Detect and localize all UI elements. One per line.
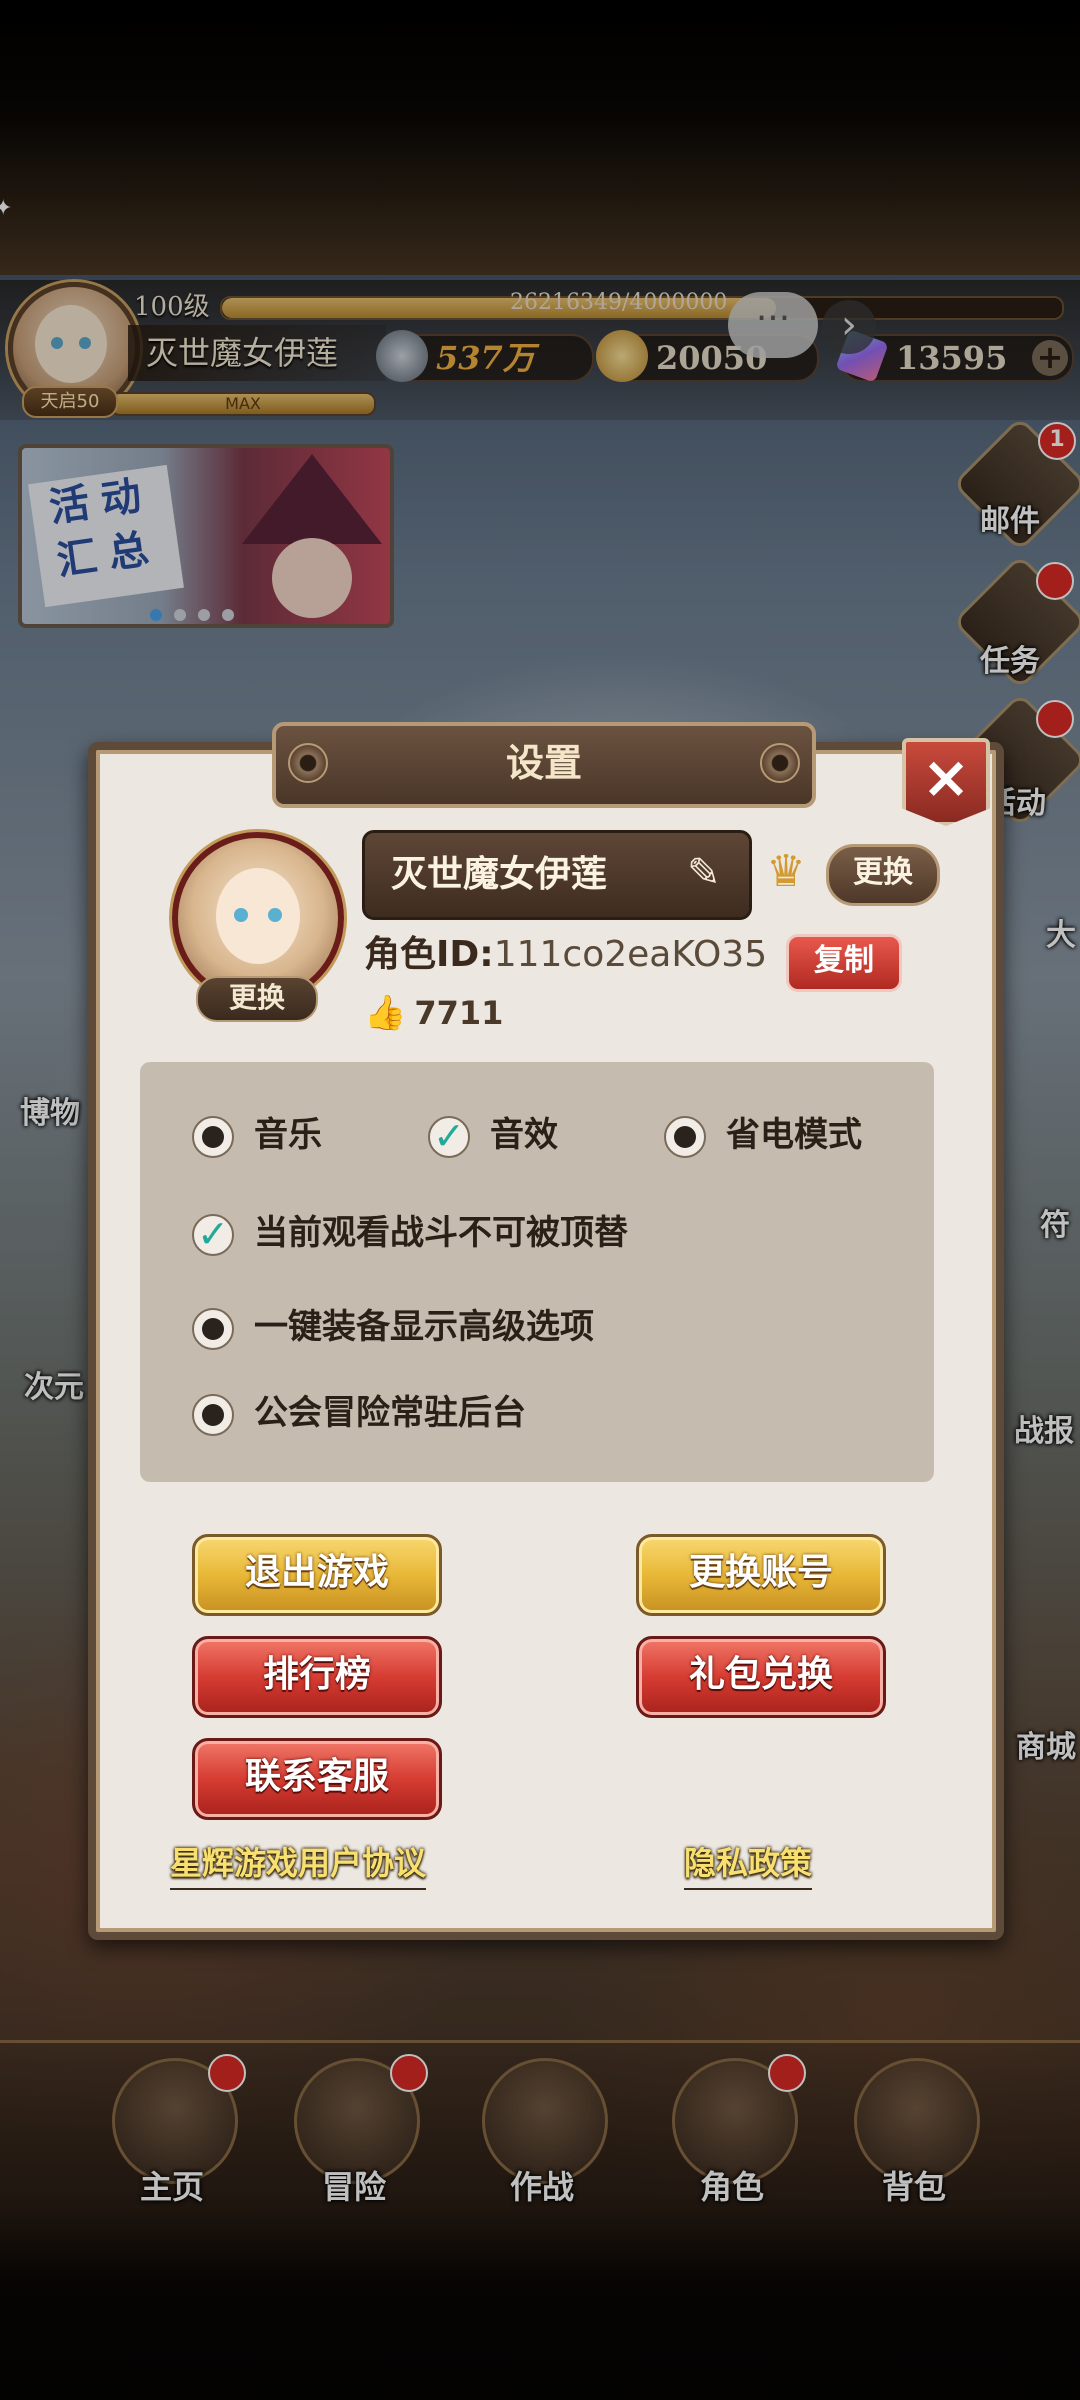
title-emblem-icon: ♛ [766,846,806,897]
change-title-button[interactable]: 更换 [826,844,940,906]
sfx-label: 音效 [490,1115,558,1155]
leaderboard-button[interactable]: 排行榜 [192,1636,442,1718]
name-field[interactable]: 灭世魔女伊莲 ✎ [362,830,752,920]
avatar-face [216,868,300,964]
battle-watch-checkbox[interactable]: ✓ [192,1214,234,1256]
avatar-eye [268,908,282,922]
privacy-policy-link[interactable]: 隐私政策 [684,1838,813,1890]
close-button[interactable]: × [902,738,990,826]
contact-support-button[interactable]: 联系客服 [192,1738,442,1820]
power-save-checkbox[interactable] [664,1116,706,1158]
guild-background-checkbox[interactable] [192,1394,234,1436]
copy-id-button[interactable]: 复制 [786,934,902,992]
sfx-checkbox[interactable]: ✓ [428,1116,470,1158]
switch-account-button[interactable]: 更换账号 [636,1534,886,1616]
equip-advanced-checkbox[interactable] [192,1308,234,1350]
role-id-row: 角色ID:111co2eaKO35 [364,930,767,980]
change-avatar-button[interactable]: 更换 [196,976,318,1022]
battle-watch-label: 当前观看战斗不可被顶替 [254,1213,628,1253]
player-name-text: 灭世魔女伊莲 [391,854,608,895]
user-agreement-link[interactable]: 星辉游戏用户协议 [170,1838,427,1890]
rivet-icon [288,743,328,783]
likes-row: 👍 7711 [364,990,503,1036]
exit-game-button[interactable]: 退出游戏 [192,1534,442,1616]
avatar-eye [234,908,248,922]
power-save-label: 省电模式 [726,1115,862,1155]
equip-advanced-label: 一键装备显示高级选项 [254,1307,594,1347]
role-id-value: 111co2eaKO35 [493,934,768,975]
rivet-icon [760,743,800,783]
settings-title: 设置 [505,741,582,785]
music-label: 音乐 [254,1115,322,1155]
like-count: 7711 [414,994,504,1032]
pencil-icon[interactable]: ✎ [687,851,731,895]
guild-background-label: 公会冒险常驻后台 [254,1393,526,1433]
settings-title-bar: 设置 [272,722,816,808]
role-id-label: 角色ID: [364,934,494,975]
thumbs-up-icon: 👍 [364,993,407,1033]
options-panel: 音乐 ✓ 音效 省电模式 ✓ 当前观看战斗不可被顶替 一键装备显示高级选项 公会… [140,1062,934,1482]
music-checkbox[interactable] [192,1116,234,1158]
gift-redeem-button[interactable]: 礼包兑换 [636,1636,886,1718]
